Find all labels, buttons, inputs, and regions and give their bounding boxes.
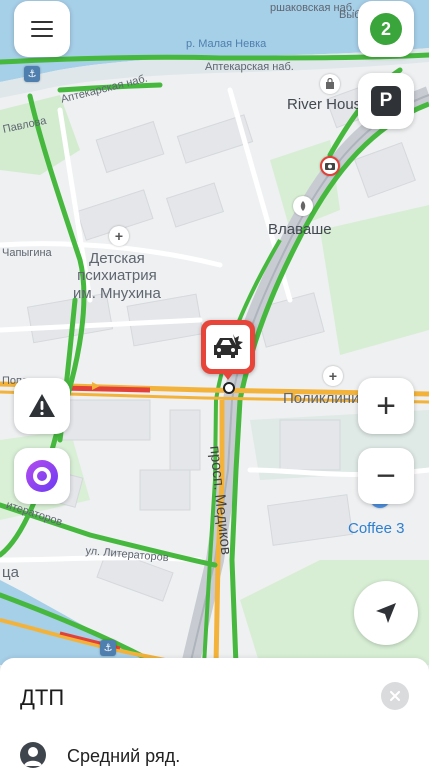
map-label-coffee[interactable]: Coffee 3 [348, 521, 404, 536]
map-label-tsa: ца [2, 564, 19, 581]
alerts-count-badge: 2 [370, 13, 402, 45]
zoom-in-button[interactable]: + [358, 378, 414, 434]
shopping-bag-poi-icon[interactable] [320, 74, 340, 94]
incident-marker-tail [222, 372, 234, 380]
map-label-malaya-nevka: р. Малая Невка [186, 38, 267, 50]
close-icon [390, 691, 400, 701]
navigation-arrow-icon [376, 603, 396, 623]
alice-assistant-button[interactable] [14, 448, 70, 504]
map-label-apothecary-center: Аптекарская наб. [205, 61, 294, 73]
medical-poi-icon[interactable]: + [109, 226, 129, 246]
zoom-out-icon: − [376, 457, 396, 495]
car-crash-incident-icon[interactable] [201, 320, 255, 374]
menu-button[interactable] [14, 1, 70, 57]
zoom-in-icon: + [376, 387, 396, 425]
incident-detail-text: Средний ряд. [67, 746, 181, 766]
user-avatar-icon [20, 742, 46, 768]
incident-title: ДТП [20, 685, 65, 710]
alice-icon [26, 460, 58, 492]
clinic-poi-icon[interactable]: + [323, 366, 343, 386]
anchor-icon-bottom: ⚓ [100, 640, 116, 656]
parking-button[interactable]: P [358, 73, 414, 129]
hamburger-menu-icon [31, 21, 53, 37]
map-label-poliklinika: Поликлини [283, 390, 360, 407]
restaurant-poi-icon[interactable] [293, 196, 313, 216]
close-button[interactable] [381, 682, 409, 710]
my-location-button[interactable] [354, 581, 418, 645]
speed-camera-icon[interactable] [320, 156, 340, 176]
map-label-hospital: Детская психиатрия им. Мнухина [73, 250, 161, 302]
zoom-out-button[interactable]: − [358, 448, 414, 504]
map-label-chapygina: Чапыгина [2, 247, 52, 259]
incident-bottom-sheet[interactable]: ДТП Средний ряд. [0, 658, 429, 770]
warning-triangle-icon [29, 394, 55, 417]
anchor-icon: ⚓ [24, 66, 40, 82]
alerts-button[interactable]: 2 [358, 1, 414, 57]
map-label-vlavashe: Влаваше [268, 221, 332, 238]
report-incident-button[interactable] [14, 378, 70, 434]
parking-icon: P [371, 86, 401, 116]
